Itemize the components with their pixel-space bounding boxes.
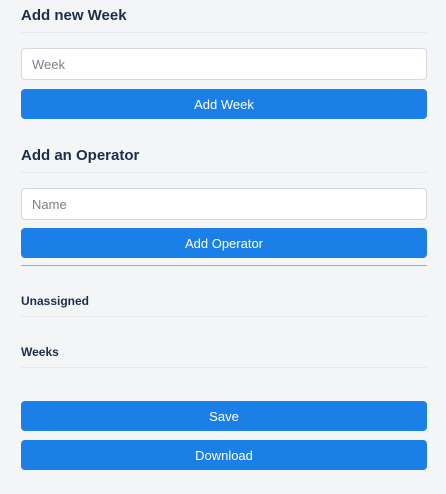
add-week-divider bbox=[21, 32, 427, 33]
unassigned-heading: Unassigned bbox=[21, 294, 90, 308]
weeks-heading: Weeks bbox=[21, 345, 59, 359]
unassigned-divider bbox=[21, 316, 427, 317]
save-button[interactable]: Save bbox=[21, 401, 427, 431]
add-operator-button[interactable]: Add Operator bbox=[21, 228, 427, 258]
download-button[interactable]: Download bbox=[21, 440, 427, 470]
operator-name-input[interactable] bbox=[21, 188, 427, 220]
add-operator-divider bbox=[21, 172, 427, 173]
section-separator bbox=[21, 265, 427, 266]
weeks-divider bbox=[21, 367, 427, 368]
add-operator-heading: Add an Operator bbox=[21, 147, 140, 164]
week-input[interactable] bbox=[21, 48, 427, 80]
add-week-button[interactable]: Add Week bbox=[21, 89, 427, 119]
add-week-heading: Add new Week bbox=[21, 7, 127, 24]
